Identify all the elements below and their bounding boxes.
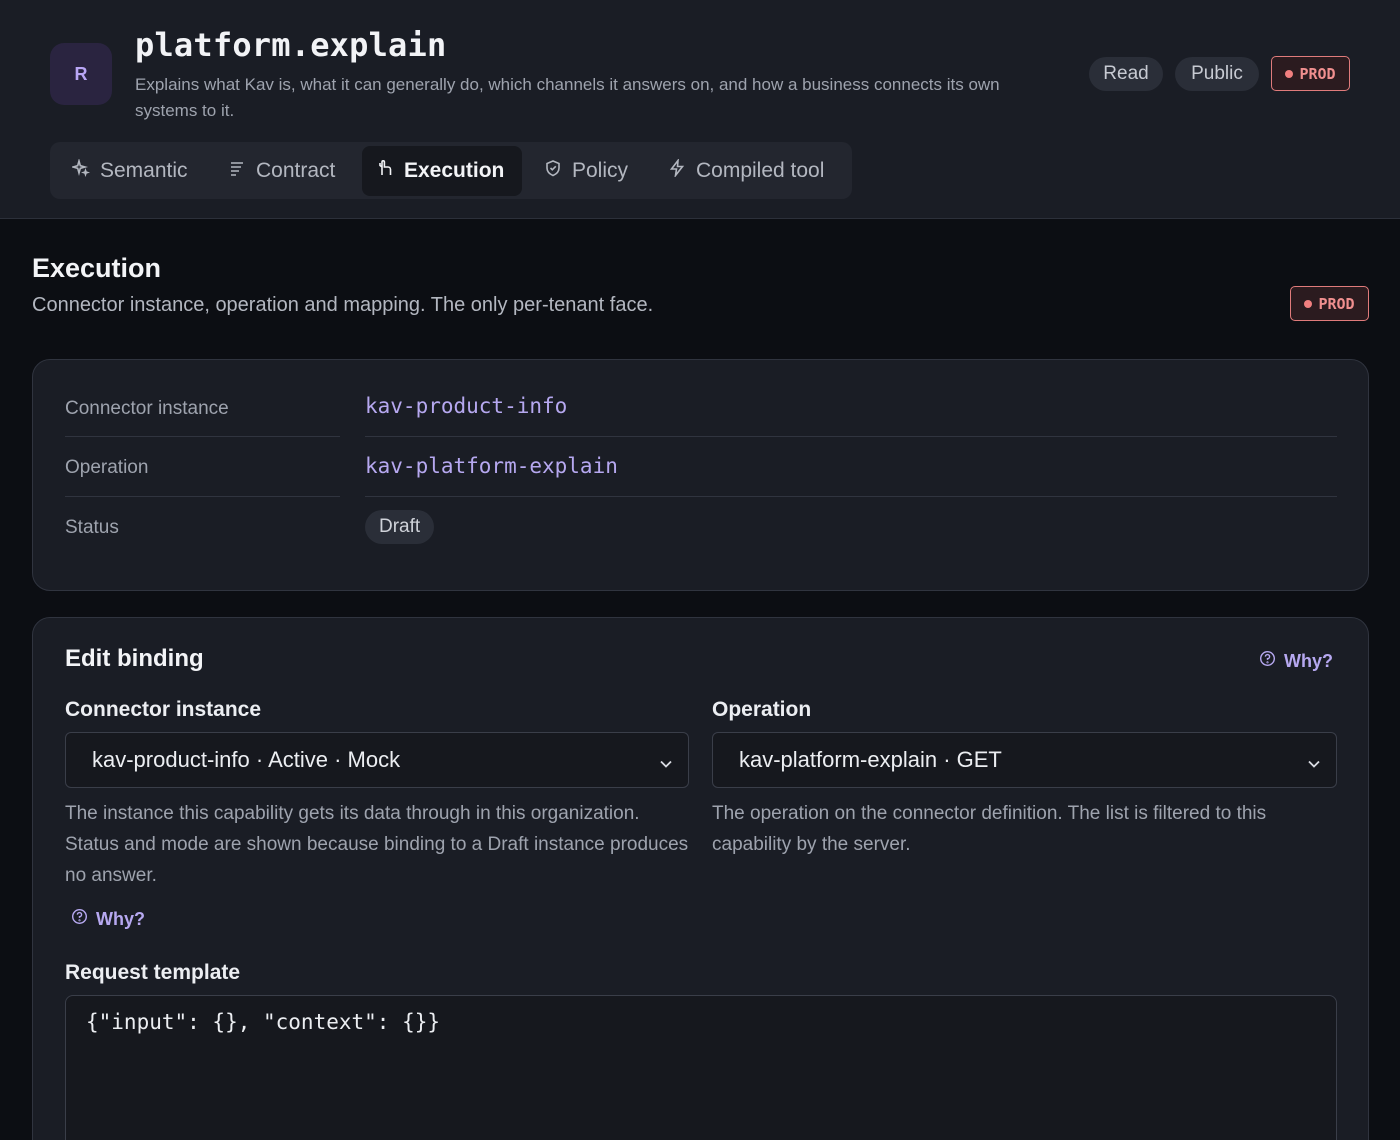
connector-instance-help: The instance this capability gets its da…	[65, 803, 689, 886]
tab-label: Execution	[404, 159, 505, 182]
avatar: R	[50, 43, 112, 105]
help-circle-icon	[71, 908, 88, 930]
operation-help: The operation on the connector definitio…	[712, 803, 1267, 855]
status-label: Status	[65, 517, 119, 538]
tab-label: Semantic	[100, 159, 188, 182]
divider	[365, 496, 1337, 497]
status-badge: Draft	[365, 510, 435, 544]
tab-policy[interactable]: Policy	[530, 146, 640, 196]
divider	[65, 436, 340, 437]
status-dot-icon	[1285, 69, 1294, 78]
request-template-label: Request template	[65, 961, 241, 984]
connector-instance-value: kav-product-info	[365, 394, 568, 418]
chevron-down-icon	[1306, 752, 1322, 768]
sparkle-icon	[69, 157, 91, 183]
prod-badge: PROD	[1271, 56, 1350, 91]
prod-badge-label: PROD	[1318, 294, 1355, 313]
operation-selected: kav-platform-explain · GET	[739, 747, 1002, 772]
why-link[interactable]: Why?	[1259, 650, 1333, 672]
binding-summary-card: Connector instance kav-product-info Oper…	[32, 359, 1369, 591]
section-title: Execution	[32, 253, 162, 283]
section-prod-badge: PROD	[1290, 286, 1369, 321]
connector-instance-selected: kav-product-info · Active · Mock	[92, 747, 401, 772]
connector-why-link[interactable]: Why?	[71, 908, 145, 930]
tab-label: Compiled tool	[696, 159, 825, 182]
connector-instance-label: Connector instance	[65, 398, 229, 419]
tab-label: Policy	[572, 159, 629, 182]
read-badge: Read	[1089, 57, 1163, 91]
prod-badge-label: PROD	[1299, 64, 1336, 83]
page-description: Explains what Kav is, what it can genera…	[135, 75, 1000, 120]
connector-instance-select[interactable]: kav-product-info · Active · Mock	[65, 732, 689, 788]
bolt-icon	[668, 157, 686, 183]
request-template-input[interactable]: {"input": {}, "context": {}}	[65, 995, 1337, 1140]
chevron-down-icon	[658, 752, 674, 768]
hand-icon	[376, 159, 394, 183]
tab-compiled-tool[interactable]: Compiled tool	[654, 146, 834, 196]
lines-icon	[228, 159, 246, 183]
help-circle-icon	[1259, 650, 1276, 672]
edit-binding-title: Edit binding	[65, 645, 204, 672]
operation-field-label: Operation	[712, 698, 812, 721]
page-title: platform.explain	[135, 26, 447, 64]
operation-select[interactable]: kav-platform-explain · GET	[712, 732, 1337, 788]
tab-contract[interactable]: Contract	[214, 146, 357, 196]
edit-binding-card: Edit binding Why? Connector instance kav…	[32, 617, 1369, 1140]
page-header: R platform.explain Explains what Kav is,…	[0, 0, 1400, 219]
divider	[65, 496, 340, 497]
connector-instance-field-label: Connector instance	[65, 698, 262, 721]
tab-bar: Semantic Contract Execution Policy Compi…	[50, 142, 852, 199]
tab-execution[interactable]: Execution	[362, 146, 522, 196]
tab-semantic[interactable]: Semantic	[58, 146, 206, 196]
operation-label: Operation	[65, 457, 149, 478]
divider	[365, 436, 1337, 437]
tab-label: Contract	[256, 159, 336, 182]
why-label: Why?	[1284, 650, 1333, 671]
operation-value: kav-platform-explain	[365, 454, 618, 478]
why-label: Why?	[96, 908, 145, 929]
public-badge: Public	[1175, 57, 1259, 91]
section-subtitle: Connector instance, operation and mappin…	[32, 294, 654, 316]
shield-icon	[544, 159, 562, 183]
status-dot-icon	[1304, 299, 1313, 308]
